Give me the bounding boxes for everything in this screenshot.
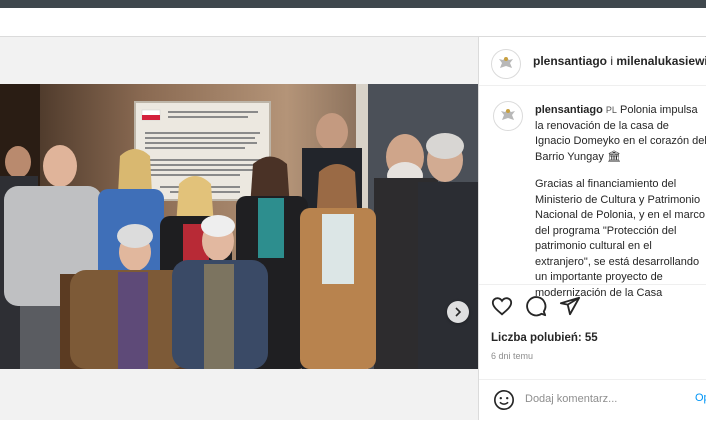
caption-avatar[interactable]	[493, 101, 523, 131]
post-photo[interactable]	[0, 84, 478, 369]
authors-separator: i	[607, 54, 617, 68]
speech-bubble-icon	[526, 296, 547, 317]
paper-plane-icon	[559, 296, 581, 316]
caption-first-paragraph: plensantiago PL Polonia impulsa la renov…	[535, 103, 706, 165]
like-button[interactable]	[491, 295, 513, 322]
caption-second-paragraph: Gracias al financiamiento del Ministerio…	[535, 178, 705, 299]
heart-outline-icon	[491, 297, 513, 316]
polish-eagle-emblem-icon	[501, 109, 515, 120]
add-comment-row: Opublikuj	[479, 379, 706, 421]
post-caption: plensantiago PL Polonia impulsa la renov…	[535, 103, 706, 313]
group-photo-image	[0, 84, 478, 369]
post-header: plensantiago i milenalukasiewicz	[479, 37, 706, 86]
page-top-band	[0, 8, 706, 37]
language-tag: PL	[605, 105, 617, 115]
comment-button[interactable]	[525, 295, 547, 322]
post-actions: Liczba polubień: 55 6 dni temu	[479, 284, 706, 380]
polish-eagle-emblem-icon	[499, 57, 513, 68]
smiley-icon	[494, 390, 514, 410]
author-username[interactable]: plensantiago	[533, 54, 607, 68]
author-avatar[interactable]	[491, 49, 521, 79]
post-authors[interactable]: plensantiago i milenalukasiewicz	[533, 54, 706, 68]
emoji-picker-button[interactable]	[493, 389, 515, 416]
post-side-panel: plensantiago i milenalukasiewicz plensan…	[478, 37, 706, 420]
likes-count[interactable]: Liczba polubień: 55	[491, 332, 598, 344]
collaborator-username[interactable]: milenalukasiewicz	[616, 54, 706, 68]
post-timestamp[interactable]: 6 dni temu	[491, 351, 533, 361]
building-emoji: 🏛	[606, 150, 621, 163]
publish-comment-button[interactable]: Opublikuj	[695, 392, 706, 404]
browser-top-bar	[0, 0, 706, 8]
caption-username[interactable]: plensantiago	[535, 104, 603, 116]
chevron-right-icon	[455, 307, 462, 317]
comment-input[interactable]	[525, 388, 675, 410]
next-photo-button[interactable]	[447, 301, 469, 323]
share-button[interactable]	[559, 295, 581, 322]
